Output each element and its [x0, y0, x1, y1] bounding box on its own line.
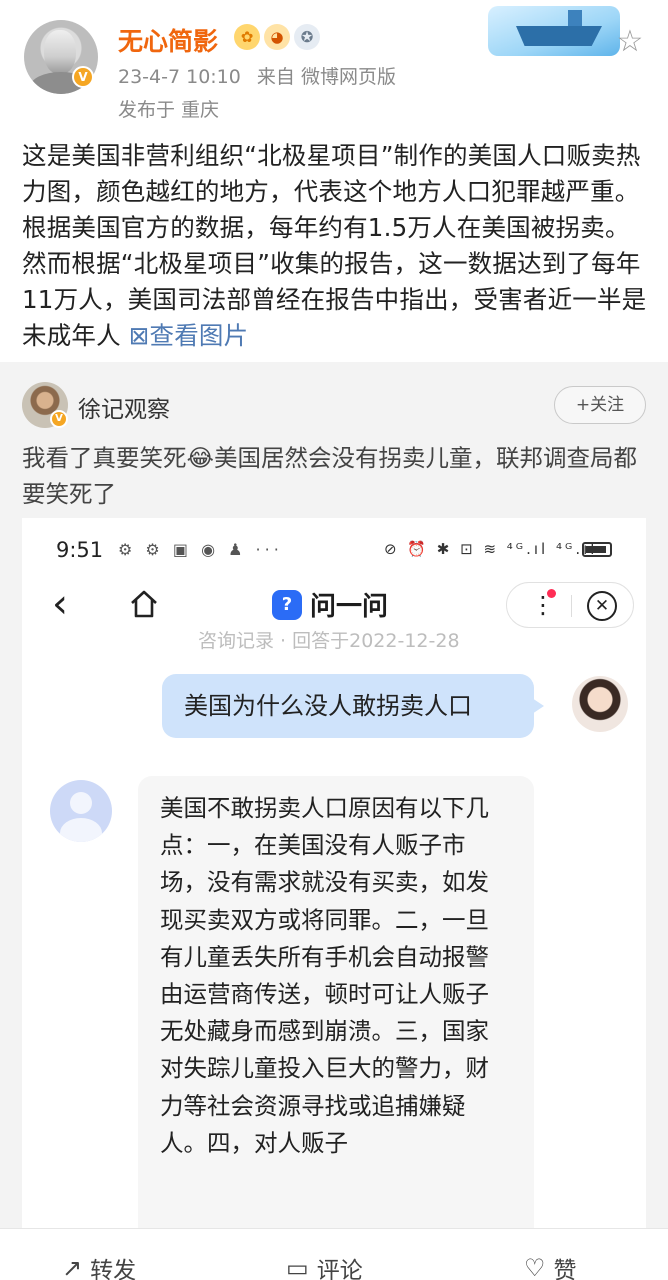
verified-icon: V: [72, 66, 94, 88]
app-title: ? 问一问: [272, 586, 388, 623]
system-status-icons: ⊘ ⏰ ✱ ⊡ ≋ ⁴ᴳ.ıl ⁴ᴳ.ıl: [384, 540, 598, 558]
app-logo-icon: ?: [272, 589, 302, 620]
comment-label: 评论: [316, 1258, 363, 1280]
like-label: 赞: [553, 1258, 577, 1280]
capsule-menu: ⋮ ✕: [506, 582, 634, 628]
bot-avatar: [50, 780, 112, 842]
app-name: 问一问: [310, 592, 389, 622]
level-badge-icon: ✪: [294, 24, 320, 50]
back-icon[interactable]: ‹: [52, 584, 68, 624]
follow-button[interactable]: +关注: [554, 386, 646, 424]
battery-icon: [582, 542, 612, 557]
post-meta: 23-4-7 10:10 来自 微博网页版: [118, 62, 406, 89]
medal-icon: ✿: [234, 24, 260, 50]
post-text-content: 这是美国非营利组织“北极星项目”制作的美国人口贩卖热力图，颜色越红的地方，代表这…: [22, 141, 647, 350]
post-source: 来自 微博网页版: [256, 66, 396, 88]
user-avatar: [572, 676, 628, 732]
notification-dot: [547, 589, 556, 598]
retweet-text: 我看了真要笑死😂美国居然会没有拐卖儿童，联邦调查局都要笑死了: [22, 444, 637, 508]
post-location: 发布于 重庆: [118, 99, 220, 121]
post-header: V 无心简影 ✿ ◕ ✪ 23-4-7 10:10 来自 微博网页版 发布于 重…: [0, 0, 668, 128]
like-button[interactable]: ♡ 赞: [524, 1251, 577, 1280]
fish-icon: ◕: [264, 24, 290, 50]
record-line: 咨询记录 · 回答于2022-12-28: [198, 630, 460, 652]
comment-button[interactable]: ▭ 评论: [286, 1251, 363, 1280]
close-icon[interactable]: ✕: [587, 591, 617, 621]
decoration-card-image: [488, 0, 624, 64]
phone-status-bar: 9:51 ⚙ ⚙ ▣ ◉ ♟ ··· ⊘ ⏰ ✱ ⊡ ≋ ⁴ᴳ.ıl ⁴ᴳ.ıl: [22, 518, 646, 582]
question-bubble: 美国为什么没人敢拐卖人口: [162, 674, 544, 738]
notification-icons: ⚙ ⚙ ▣ ◉ ♟ ···: [118, 540, 283, 559]
post-time: 23-4-7 10:10: [118, 66, 241, 88]
home-icon[interactable]: [128, 588, 160, 620]
repost-icon: ↗: [62, 1254, 83, 1280]
view-image-link[interactable]: ⊠查看图片: [129, 321, 249, 350]
embedded-screenshot[interactable]: 9:51 ⚙ ⚙ ▣ ◉ ♟ ··· ⊘ ⏰ ✱ ⊡ ≋ ⁴ᴳ.ıl ⁴ᴳ.ıl…: [22, 518, 646, 1280]
post-text: 这是美国非营利组织“北极星项目”制作的美国人口贩卖热力图，颜色越红的地方，代表这…: [22, 138, 652, 354]
repost-label: 转发: [90, 1258, 137, 1280]
repost-button[interactable]: ↗ 转发: [62, 1251, 136, 1280]
status-time: 9:51: [56, 538, 104, 562]
answer-bubble: 美国不敢拐卖人口原因有以下几点：一，在美国没有人贩子市场，没有需求就没有买卖，如…: [138, 776, 534, 1280]
user-badges: ✿ ◕ ✪: [234, 24, 320, 50]
author-name[interactable]: 无心简影: [118, 22, 218, 58]
verified-icon: V: [50, 410, 68, 428]
favorite-star-icon[interactable]: ☆: [614, 26, 646, 58]
retweet-author-name[interactable]: 徐记观察: [78, 390, 170, 424]
comment-icon: ▭: [286, 1254, 309, 1280]
action-bar: ↗ 转发 ▭ 评论 ♡ 赞: [0, 1228, 668, 1280]
thumbs-up-icon: ♡: [524, 1254, 546, 1280]
